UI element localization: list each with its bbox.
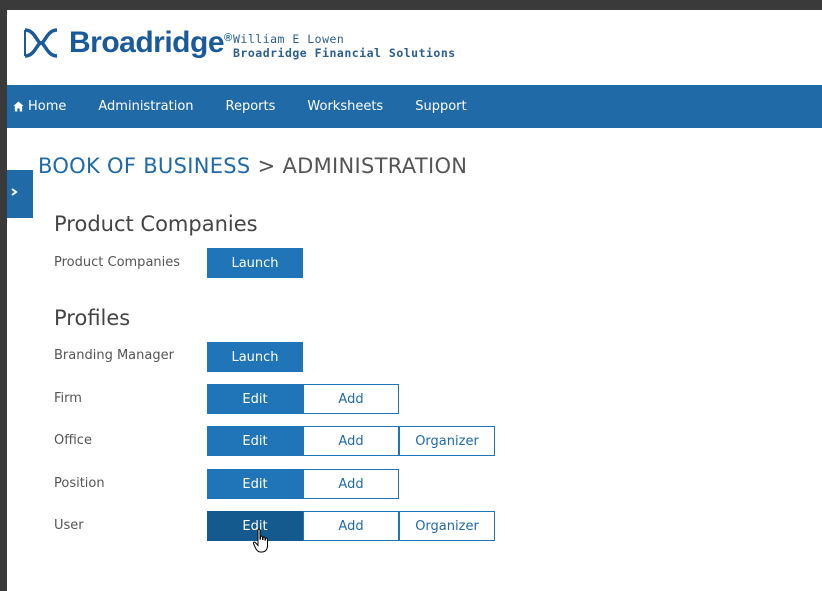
window-frame-left: [0, 0, 7, 591]
hand-pointer-icon: [252, 528, 268, 553]
section-title-profiles: Profiles: [54, 306, 131, 330]
home-icon: [13, 101, 24, 112]
position-add-button[interactable]: Add: [303, 469, 399, 499]
branding-manager-launch-button[interactable]: Launch: [207, 342, 303, 372]
office-edit-button[interactable]: Edit: [207, 426, 303, 456]
main-nav: Home Administration Reports Worksheets S…: [7, 85, 822, 128]
row-label-user: User: [54, 518, 84, 533]
breadcrumb: BOOK OF BUSINESS > ADMINISTRATION: [38, 154, 467, 178]
sidebar-toggle[interactable]: [7, 170, 33, 218]
office-organizer-button[interactable]: Organizer: [399, 426, 495, 456]
user-organizer-button[interactable]: Organizer: [399, 511, 495, 541]
nav-home[interactable]: Home: [13, 99, 66, 114]
product-companies-launch-button[interactable]: Launch: [207, 248, 303, 278]
office-actions: Edit Add Organizer: [207, 426, 495, 456]
nav-worksheets[interactable]: Worksheets: [307, 99, 383, 114]
breadcrumb-current: ADMINISTRATION: [282, 154, 468, 178]
nav-home-label: Home: [28, 99, 67, 114]
position-edit-button[interactable]: Edit: [207, 469, 303, 499]
row-label-firm: Firm: [54, 391, 82, 406]
nav-administration[interactable]: Administration: [98, 99, 193, 114]
brand-name: Broadridge®: [69, 26, 232, 59]
user-actions: Edit Add Organizer: [207, 511, 495, 541]
row-label-branding-manager: Branding Manager: [54, 348, 174, 363]
section-title-product-companies: Product Companies: [54, 212, 258, 236]
chevron-right-icon: [11, 188, 18, 196]
user-company: Broadridge Financial Solutions: [233, 46, 456, 60]
position-actions: Edit Add: [207, 469, 399, 499]
broadridge-logo[interactable]: Broadridge®: [21, 26, 232, 60]
firm-edit-button[interactable]: Edit: [207, 384, 303, 414]
firm-add-button[interactable]: Add: [303, 384, 399, 414]
firm-actions: Edit Add: [207, 384, 399, 414]
window-frame-top: [0, 0, 822, 10]
row-label-product-companies: Product Companies: [54, 255, 181, 270]
product-companies-actions: Launch: [207, 248, 303, 278]
breadcrumb-book-of-business[interactable]: BOOK OF BUSINESS: [38, 154, 251, 178]
breadcrumb-separator: >: [257, 154, 276, 178]
nav-support[interactable]: Support: [415, 99, 466, 114]
user-name: William E Lowen: [233, 32, 345, 46]
office-add-button[interactable]: Add: [303, 426, 399, 456]
app-header: Broadridge® William E Lowen Broadridge F…: [7, 10, 822, 85]
row-label-office: Office: [54, 433, 92, 448]
user-add-button[interactable]: Add: [303, 511, 399, 541]
user-info: William E Lowen Broadridge Financial Sol…: [233, 32, 456, 60]
nav-reports[interactable]: Reports: [226, 99, 276, 114]
row-label-position: Position: [54, 476, 105, 491]
branding-manager-actions: Launch: [207, 342, 303, 372]
broadridge-logo-icon: [21, 26, 61, 60]
